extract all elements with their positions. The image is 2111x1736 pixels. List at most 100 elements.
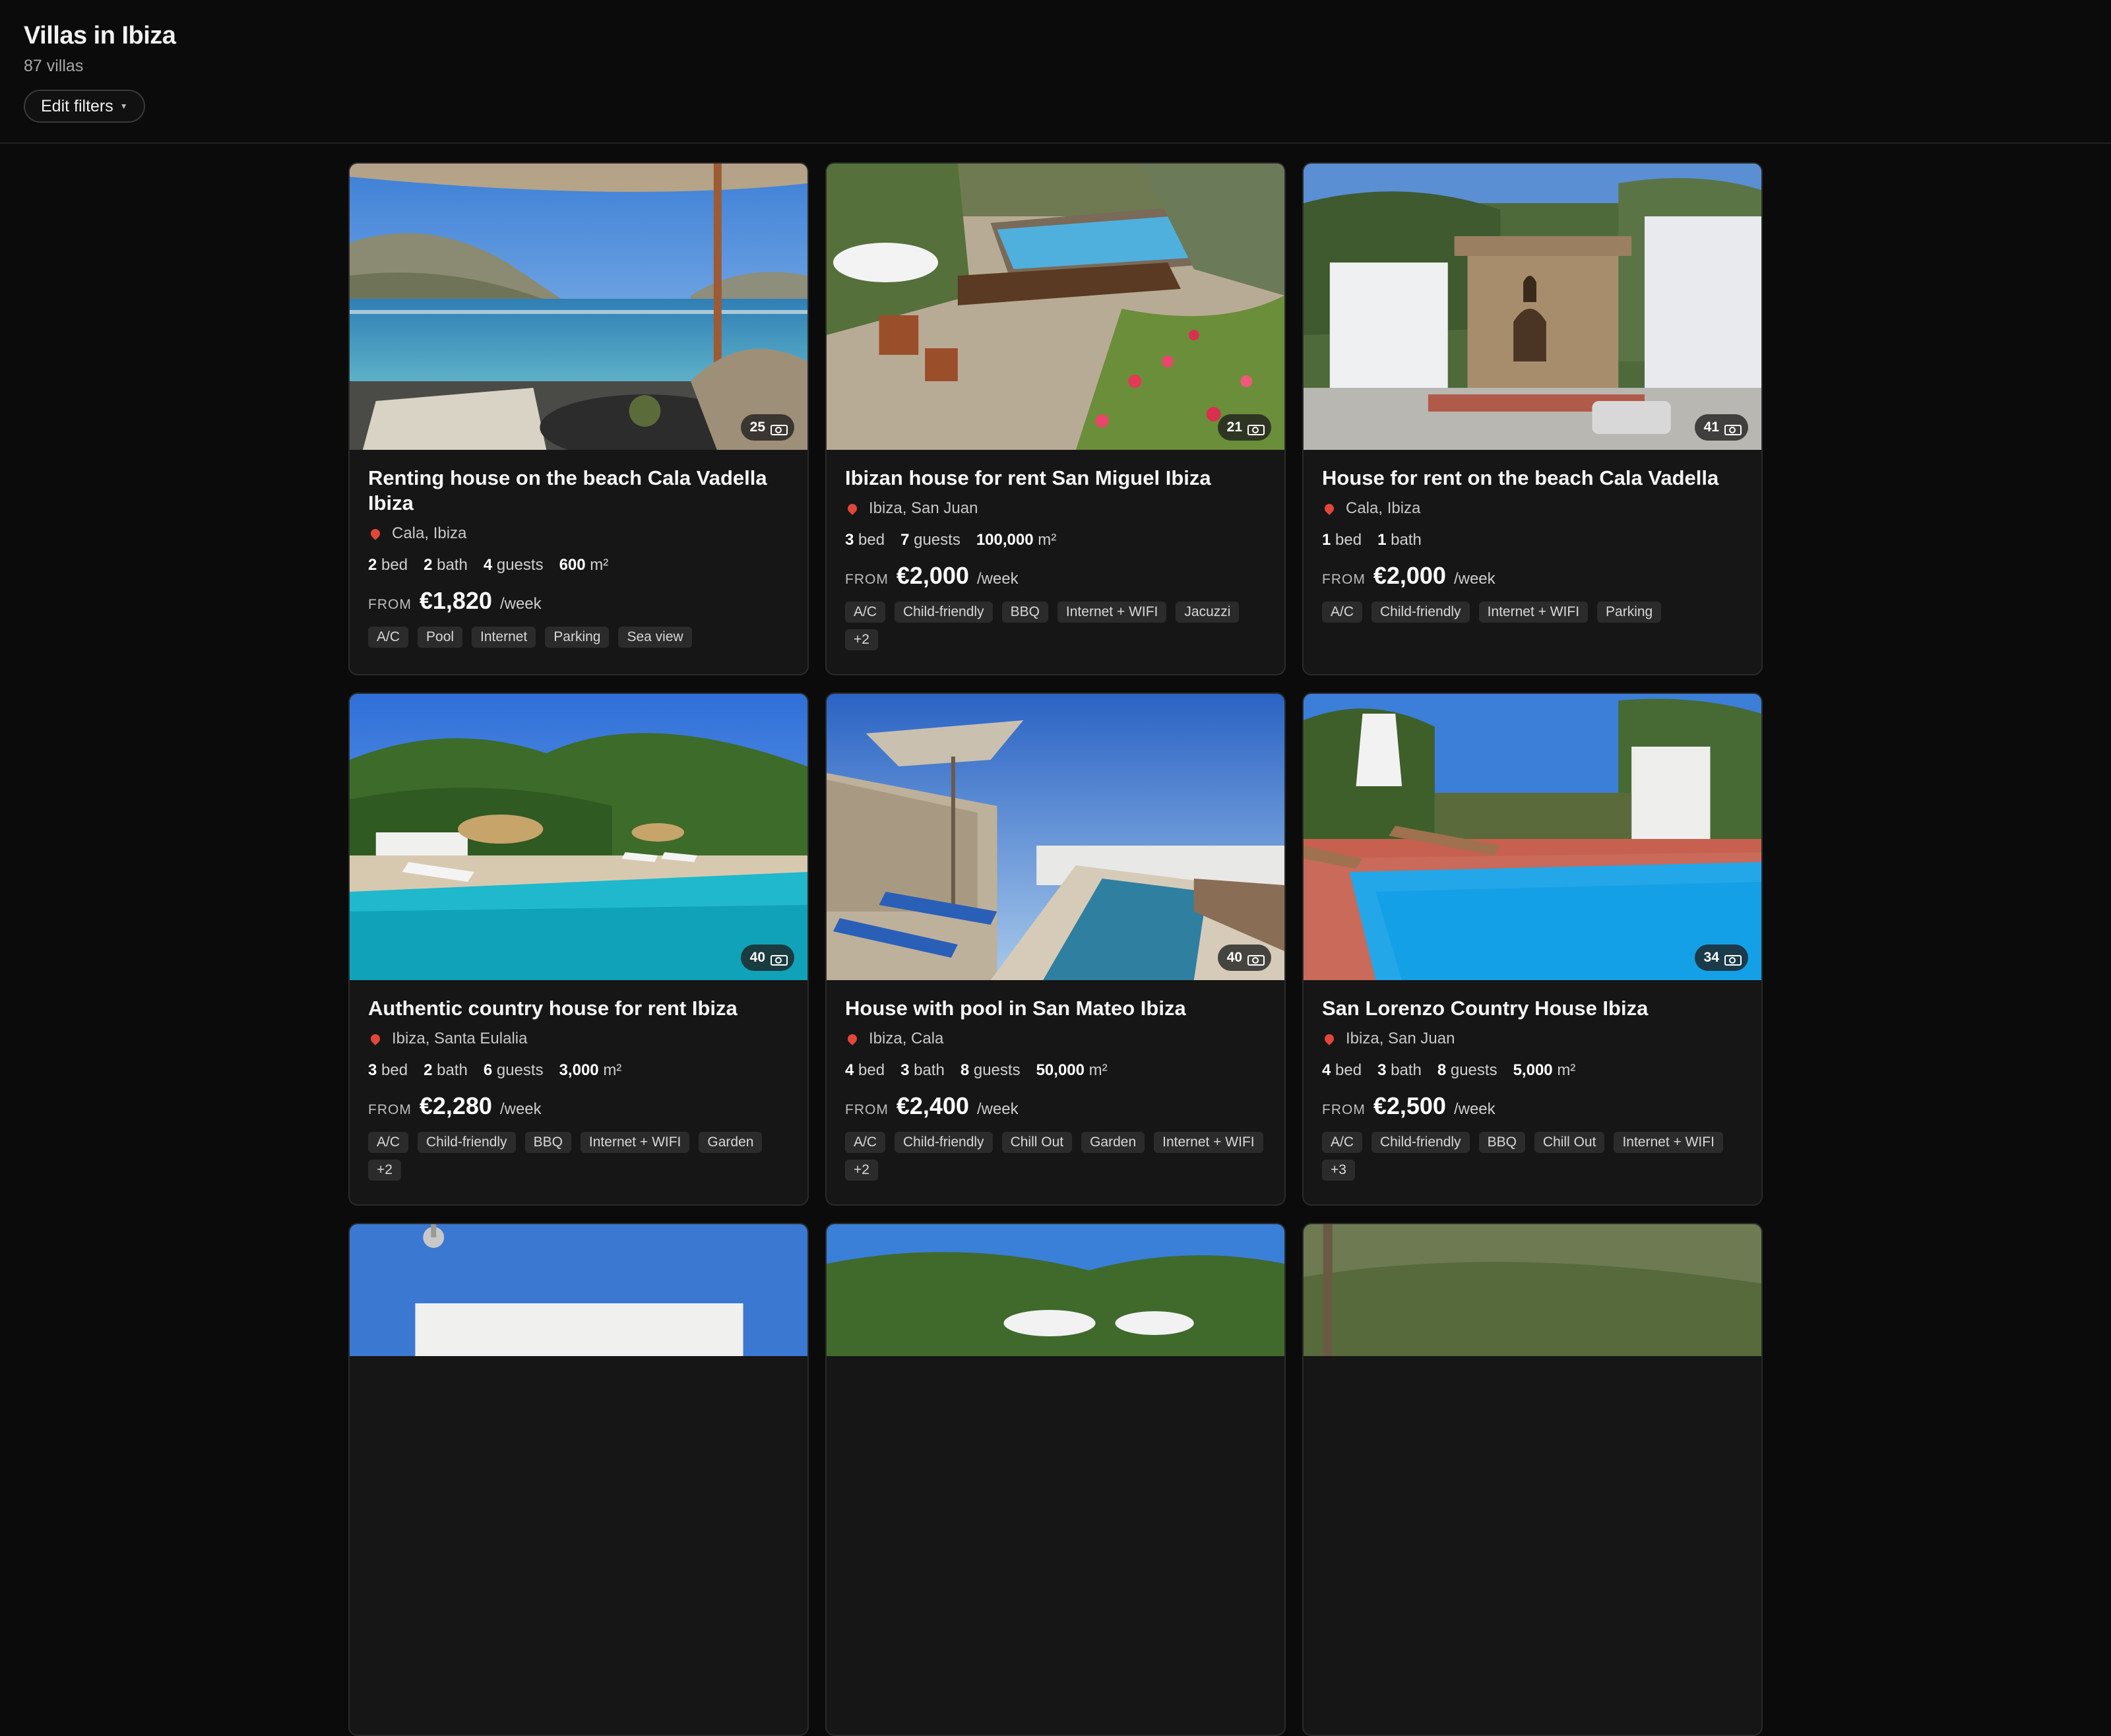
edit-filters-button[interactable]: Edit filters ▼: [24, 90, 145, 123]
listing-price: FROM €2,000/week: [845, 562, 1019, 589]
listing-stats: 1 bed 1 bath: [1322, 530, 1743, 550]
camera-icon: [1247, 953, 1265, 966]
edit-filters-label: Edit filters: [41, 96, 113, 115]
amenity-tag: A/C: [845, 602, 886, 623]
listing-photo[interactable]: [1304, 1224, 1761, 1356]
listing-photo[interactable]: 34: [1304, 694, 1761, 980]
listing-title[interactable]: Ibizan house for rent San Miguel Ibiza: [845, 466, 1266, 491]
stat-bed: 2 bed: [368, 556, 408, 574]
stat-bath: 3 bath: [900, 1061, 945, 1079]
stat-guests: 6 guests: [483, 1061, 544, 1079]
page-title: Villas in Ibiza: [24, 22, 176, 49]
listing-card[interactable]: 40 House with pool in San Mateo Ibiza Ib…: [825, 693, 1286, 1206]
listing-location: Cala, Ibiza: [1322, 499, 1743, 518]
listing-title[interactable]: House for rent on the beach Cala Vadella: [1322, 466, 1743, 491]
listing-photo[interactable]: [827, 1224, 1284, 1356]
amenity-tag: BBQ: [1001, 602, 1048, 623]
amenity-tag: Garden: [699, 1132, 763, 1153]
photo-count-badge[interactable]: 41: [1694, 414, 1748, 441]
stat-bath: 3 bath: [1377, 1061, 1422, 1079]
listing-stats: 4 bed 3 bath 8 guests 50,000 m²: [845, 1061, 1266, 1080]
amenity-tag: Garden: [1081, 1132, 1145, 1153]
photo-garden-pool: [827, 164, 1284, 450]
amenity-tag: Parking: [1597, 602, 1662, 623]
photo-count-badge[interactable]: 40: [1217, 945, 1271, 971]
photo-stone-house: [1304, 164, 1761, 450]
listing-location: Cala, Ibiza: [368, 524, 789, 543]
listing-card[interactable]: 21 Ibizan house for rent San Miguel Ibiz…: [825, 162, 1286, 675]
listing-price: FROM €2,400/week: [845, 1092, 1019, 1119]
amenity-tag: Child-friendly: [1371, 602, 1470, 623]
amenity-tag: Internet + WIFI: [580, 1132, 690, 1153]
listing-card[interactable]: [348, 1223, 809, 1736]
photo-count: 40: [749, 950, 765, 965]
amenity-tag: BBQ: [1478, 1132, 1525, 1153]
stat-bath: 2 bath: [424, 1061, 468, 1079]
villa-count: 87 villas: [24, 57, 84, 75]
amenity-tag: A/C: [368, 627, 409, 648]
amenity-tag: Sea view: [618, 627, 692, 648]
stat-area: 5,000 m²: [1513, 1061, 1576, 1079]
photo-count-badge[interactable]: 21: [1217, 414, 1271, 441]
listing-card[interactable]: 25 Renting house on the beach Cala Vadel…: [348, 162, 809, 675]
stat-bed: 4 bed: [845, 1061, 885, 1079]
listing-photo[interactable]: 21: [827, 164, 1284, 450]
amenity-tag: A/C: [1322, 1132, 1363, 1153]
amenity-tag: Chill Out: [1534, 1132, 1605, 1153]
photo-count: 40: [1226, 950, 1242, 965]
stat-guests: 8 guests: [1437, 1061, 1497, 1079]
listing-photo[interactable]: 40: [350, 694, 807, 980]
photo-count-badge[interactable]: 40: [740, 945, 794, 971]
amenity-tags: A/C Child-friendly Internet + WIFI Parki…: [1322, 602, 1743, 623]
amenity-tag: Child-friendly: [895, 602, 993, 623]
camera-icon: [771, 953, 788, 966]
caret-down-icon: ▼: [119, 102, 128, 111]
pin-icon: [846, 502, 859, 515]
listing-location: Ibiza, Cala: [845, 1029, 1266, 1049]
listing-price: FROM €2,000/week: [1322, 562, 1496, 589]
listing-card[interactable]: 40 Authentic country house for rent Ibiz…: [348, 693, 809, 1206]
amenity-tag: A/C: [845, 1132, 886, 1153]
amenity-more-tag: +2: [368, 1160, 401, 1181]
listing-price: FROM €2,280/week: [368, 1092, 542, 1119]
amenity-tags: A/C Child-friendly BBQ Internet + WIFI G…: [368, 1132, 789, 1181]
amenity-tag: BBQ: [524, 1132, 571, 1153]
listing-card[interactable]: [825, 1223, 1286, 1736]
listing-card[interactable]: [1302, 1223, 1763, 1736]
listing-photo[interactable]: 25: [350, 164, 807, 450]
amenity-more-tag: +3: [1322, 1160, 1355, 1181]
listing-location: Ibiza, San Juan: [1322, 1029, 1743, 1049]
listing-photo[interactable]: 40: [827, 694, 1284, 980]
page-header: Villas in Ibiza 87 villas Edit filters ▼: [0, 0, 2111, 144]
amenity-tag: Child-friendly: [1371, 1132, 1470, 1153]
stat-bed: 3 bed: [368, 1061, 408, 1079]
listing-title[interactable]: House with pool in San Mateo Ibiza: [845, 996, 1266, 1021]
listing-card[interactable]: 41 House for rent on the beach Cala Vade…: [1302, 162, 1763, 675]
listing-title[interactable]: Authentic country house for rent Ibiza: [368, 996, 789, 1021]
photo-terrace-pool: [827, 694, 1284, 980]
listing-location: Ibiza, San Juan: [845, 499, 1266, 518]
amenity-tags: A/C Child-friendly BBQ Chill Out Interne…: [1322, 1132, 1743, 1181]
listing-photo[interactable]: [350, 1224, 807, 1356]
photo-count-badge[interactable]: 34: [1694, 945, 1748, 971]
amenity-tags: A/C Child-friendly BBQ Internet + WIFI J…: [845, 602, 1266, 650]
camera-icon: [1724, 953, 1742, 966]
amenity-tag: A/C: [368, 1132, 409, 1153]
pin-icon: [846, 1032, 859, 1045]
photo-count-badge[interactable]: 25: [740, 414, 794, 441]
listing-location: Ibiza, Santa Eulalia: [368, 1029, 789, 1049]
camera-icon: [771, 423, 788, 435]
amenity-tag: Internet + WIFI: [1154, 1132, 1263, 1153]
photo-white-house: [350, 1224, 807, 1356]
amenity-tag: Internet + WIFI: [1057, 602, 1167, 623]
pin-icon: [369, 527, 382, 540]
photo-count: 21: [1226, 419, 1242, 435]
listing-title[interactable]: San Lorenzo Country House Ibiza: [1322, 996, 1743, 1021]
camera-icon: [1247, 423, 1265, 435]
stat-bed: 3 bed: [845, 531, 885, 549]
amenity-tag: Child-friendly: [418, 1132, 516, 1153]
listing-photo[interactable]: 41: [1304, 164, 1761, 450]
listing-card[interactable]: 34 San Lorenzo Country House Ibiza Ibiza…: [1302, 693, 1763, 1206]
listing-title[interactable]: Renting house on the beach Cala Vadella …: [368, 466, 789, 516]
stat-guests: 8 guests: [960, 1061, 1021, 1079]
